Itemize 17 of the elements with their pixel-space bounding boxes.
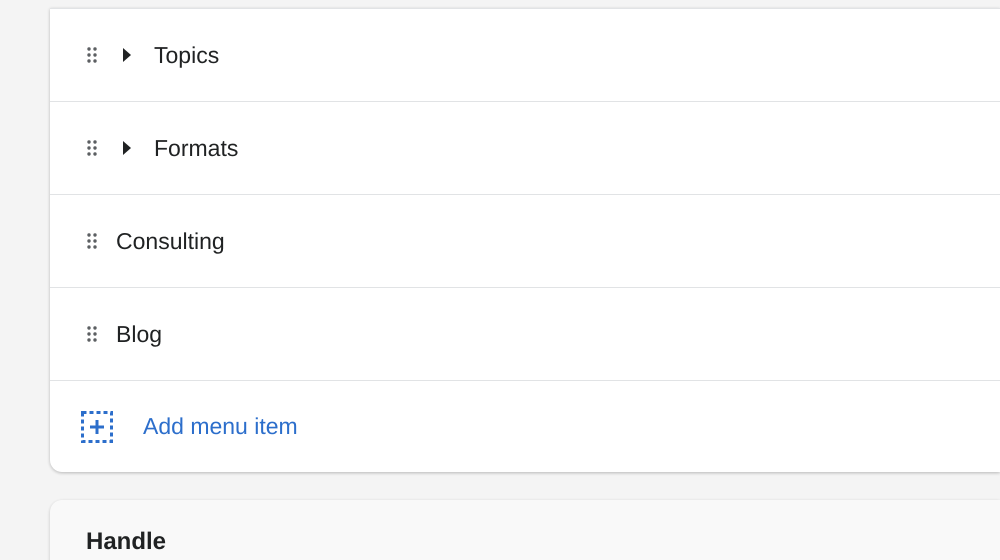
drag-handle-icon[interactable]	[87, 140, 97, 156]
menu-item-label: Consulting	[116, 226, 225, 256]
drag-handle-icon[interactable]	[87, 47, 97, 63]
section-title: Handle	[86, 528, 166, 555]
menu-item-label: Topics	[154, 40, 220, 70]
caret-right-icon[interactable]	[122, 48, 132, 62]
drag-handle-icon[interactable]	[87, 326, 97, 342]
menu-item[interactable]: Blog	[50, 288, 1000, 381]
menu-item-label: Formats	[154, 134, 238, 163]
add-menu-item-link[interactable]: Add menu item	[143, 409, 298, 444]
menu-item[interactable]: Consulting	[50, 195, 1000, 288]
menu-item[interactable]: Topics	[50, 9, 1000, 102]
menu-item-label: Blog	[116, 320, 162, 349]
caret-right-icon[interactable]	[122, 141, 132, 155]
menu-item[interactable]: Formats	[50, 102, 1000, 195]
drag-handle-icon[interactable]	[87, 233, 97, 249]
add-icon[interactable]	[81, 410, 113, 442]
